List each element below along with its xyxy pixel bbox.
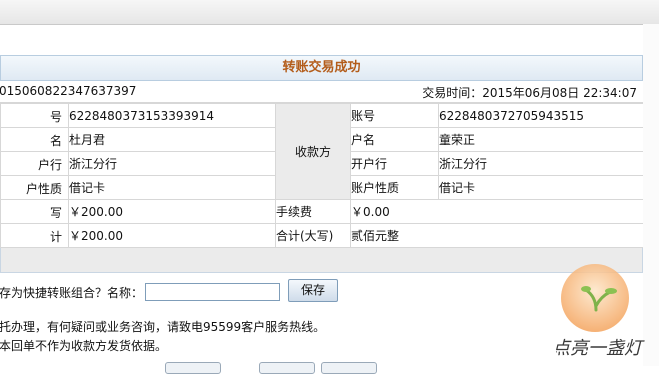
table-row: 号 6228480373153393914 收款方 账号 62284803727… [0,103,644,200]
payee-account-value: 6228480372705943515 [438,103,644,128]
payee-bank-label: 开户行 [350,151,439,176]
bottom-button-2[interactable] [259,362,315,374]
total-cn-value: 贰佰元整 [350,223,644,248]
bottom-button-3[interactable] [321,362,377,374]
payer-bank-value: 浙江分行 [68,151,276,176]
payee-type-label: 账户性质 [350,175,439,200]
transaction-id: 015060822347637397 [0,84,137,98]
table-row: 写 ￥200.00 手续费 ￥0.00 [0,199,644,224]
watermark-logo: 点亮一盏灯 [556,264,645,359]
transaction-time: 交易时间：2015年06月08日 22:34:07 [422,86,637,100]
total-value: ￥200.00 [68,223,276,248]
save-button[interactable]: 保存 [288,279,338,302]
payer-type-value: 借记卡 [68,175,276,200]
payee-type-value: 借记卡 [438,175,644,200]
payee-name-value: 童荣正 [438,127,644,152]
save-shortcut-prompt: 存为快捷转账组合？名称： [0,286,144,300]
watermark-text: 点亮一盏灯 [556,338,645,359]
payee-bank-value: 浙江分行 [438,151,644,176]
transfer-detail-table: 号 6228480373153393914 收款方 账号 62284803727… [0,103,644,248]
payer-name-value: 杜月君 [68,127,276,152]
payer-bank-label: 户行 [0,151,69,176]
receipt-title: 转账交易成功 [0,55,643,81]
transaction-info-row: 015060822347637397 交易时间：2015年06月08日 22:3… [0,81,643,103]
service-note: 托办理，有何疑问或业务咨询，请致电95599客户服务热线。 [0,320,326,334]
amount-label: 写 [0,199,69,224]
payee-section-label: 收款方 [275,103,351,200]
total-label: 计 [0,223,69,248]
total-cn-label: 合计(大写) [275,223,351,248]
payer-type-label: 户性质 [0,175,69,200]
payer-name-label: 名 [0,127,69,152]
payee-name-label: 户名 [350,127,439,152]
fee-value: ￥0.00 [350,199,644,224]
receipt-disclaimer: 本回单不作为收款方发货依据。 [0,339,168,353]
payer-account-value: 6228480373153393914 [68,103,276,128]
table-row: 计 ￥200.00 合计(大写) 贰佰元整 [0,223,644,248]
shortcut-name-input[interactable] [145,283,280,301]
amount-value: ￥200.00 [68,199,276,224]
browser-top-bar [0,0,659,25]
bottom-button-1[interactable] [165,362,221,374]
fee-label: 手续费 [275,199,351,224]
payer-account-label: 号 [0,103,69,128]
payee-account-label: 账号 [350,103,439,128]
